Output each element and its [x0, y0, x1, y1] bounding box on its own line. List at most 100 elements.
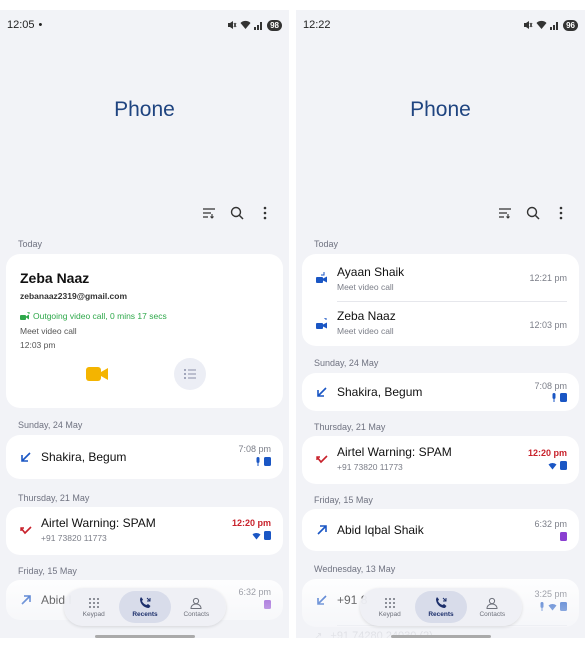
more-icon[interactable] [257, 205, 273, 221]
nav-recents[interactable]: Recents [119, 591, 171, 623]
outgoing-call-icon [317, 525, 327, 535]
section-label-date: Sunday, 24 May [18, 420, 83, 430]
contact-name: Shakira, Begum [337, 385, 423, 399]
outgoing-call-icon [21, 595, 31, 605]
outgoing-call-icon: ↗ [314, 631, 323, 638]
filter-icon[interactable] [497, 205, 513, 221]
call-log-row[interactable]: Ayaan Shaik Meet video call 12:21 pm [302, 256, 579, 300]
sim-icon [264, 531, 271, 540]
app-title: Phone [410, 98, 471, 121]
keypad-icon [88, 597, 99, 608]
nav-keypad[interactable]: Keypad [68, 591, 119, 623]
home-indicator [391, 635, 491, 638]
incoming-call-icon [21, 452, 31, 462]
contact-name: Airtel Warning: SPAM [41, 516, 156, 530]
keypad-icon [384, 597, 395, 608]
list-icon [184, 369, 196, 379]
call-log-card: Ayaan Shaik Meet video call 12:21 pm Zeb… [302, 254, 579, 346]
call-log-card: Shakira, Begum 7:08 pm [6, 435, 283, 479]
contacts-icon [190, 597, 202, 609]
more-icon[interactable] [553, 205, 569, 221]
mic-icon [552, 393, 556, 402]
call-time: 12:21 pm [529, 273, 567, 283]
call-details-button[interactable] [174, 358, 206, 390]
phone-screen-right: 12:22 96 Phone Today Ayaan Shaik Meet vi… [296, 10, 585, 638]
status-bar: 12:22 96 [296, 10, 585, 40]
mute-icon [524, 21, 533, 29]
contact-name: Zeba Naaz [20, 270, 90, 286]
nav-contacts-label: Contacts [479, 610, 506, 618]
battery-icon: 96 [563, 19, 578, 31]
wifi-call-icon [548, 603, 557, 610]
mic-icon [540, 602, 544, 611]
section-label-date: Friday, 15 May [18, 566, 77, 576]
incoming-call-icon [317, 595, 327, 605]
nav-recents[interactable]: Recents [415, 591, 467, 623]
nav-contacts[interactable]: Contacts [467, 591, 518, 623]
wifi-icon [536, 20, 547, 29]
call-time: 3:25 pm [534, 589, 567, 599]
battery-icon: 98 [267, 19, 282, 31]
call-log-card: Abid Iqbal Shaik 6:32 pm [302, 509, 579, 551]
contact-name: Ayaan Shaik [337, 265, 405, 279]
nav-recents-label: Recents [428, 610, 454, 618]
sim-icon [560, 532, 567, 541]
sim-icon [560, 461, 567, 470]
call-log-row[interactable]: Airtel Warning: SPAM +91 73820 11773 12:… [6, 509, 283, 553]
contact-name: Shakira, Begum [41, 450, 127, 464]
contact-name: Zeba Naaz [337, 309, 396, 323]
nav-keypad[interactable]: Keypad [364, 591, 415, 623]
call-log-row[interactable]: Shakira, Begum 7:08 pm [6, 435, 283, 479]
contact-name: Abid Iqbal Shaik [337, 523, 424, 537]
video-call-button[interactable] [86, 364, 110, 384]
toolbar [201, 205, 273, 221]
section-label-date: Friday, 15 May [314, 495, 373, 505]
call-time: 12:03 pm [529, 320, 567, 330]
call-log-row[interactable]: Shakira, Begum 7:08 pm [302, 370, 579, 414]
call-log-row[interactable]: Airtel Warning: SPAM +91 73820 11773 12:… [302, 438, 579, 482]
search-icon[interactable] [525, 205, 541, 221]
notification-dot: • [38, 19, 43, 31]
nav-keypad-label: Keypad [82, 610, 105, 618]
status-time: 12:22 [303, 19, 331, 31]
app-title: Phone [114, 98, 175, 121]
call-log-row[interactable]: Abid Iqbal Shaik 6:32 pm [302, 508, 579, 552]
call-log-card: Airtel Warning: SPAM +91 73820 11773 12:… [302, 436, 579, 484]
nav-recents-label: Recents [132, 610, 158, 618]
signal-icon [254, 22, 263, 30]
signal-icon [550, 22, 559, 30]
incoming-call-icon [317, 387, 327, 397]
contact-name: Airtel Warning: SPAM [337, 445, 452, 459]
video-call-icon [316, 318, 327, 329]
call-type: Meet video call [20, 326, 77, 336]
call-type: Meet video call [337, 326, 394, 336]
phone-number: +91 73820 11773 [337, 462, 403, 472]
nav-contacts[interactable]: Contacts [171, 591, 222, 623]
sim-icon [264, 600, 271, 609]
section-label-date: Sunday, 24 May [314, 358, 379, 368]
call-log-card: Shakira, Begum 7:08 pm [302, 373, 579, 411]
missed-call-icon [20, 526, 32, 535]
contacts-icon [486, 597, 498, 609]
wifi-call-icon [252, 532, 261, 539]
sim-icon [560, 602, 567, 611]
call-time: 6:32 pm [534, 519, 567, 529]
expanded-call-card[interactable]: Zeba Naaz zebanaaz2319@gmail.com Outgoin… [6, 254, 283, 408]
call-status: Outgoing video call, 0 mins 17 secs [20, 311, 167, 321]
search-icon[interactable] [229, 205, 245, 221]
section-label-date: Thursday, 21 May [18, 493, 90, 503]
phone-screen-left: 12:05 • 98 Phone Today Zeba Naaz zebanaa… [0, 10, 289, 638]
call-time: 12:20 pm [527, 448, 567, 458]
status-bar: 12:05 • 98 [0, 10, 289, 40]
phone-number: +91 73820 11773 [41, 533, 107, 543]
call-log-row[interactable]: Zeba Naaz Meet video call 12:03 pm [302, 302, 579, 346]
call-time: 6:32 pm [238, 587, 271, 597]
call-status-text: Outgoing video call, 0 mins 17 secs [33, 311, 167, 321]
wifi-icon [240, 20, 251, 29]
missed-call-icon [316, 455, 328, 464]
call-time: 12:20 pm [231, 518, 271, 528]
filter-icon[interactable] [201, 205, 217, 221]
nav-contacts-label: Contacts [183, 610, 210, 618]
wifi-call-icon [548, 462, 557, 469]
video-call-icon [20, 311, 30, 320]
